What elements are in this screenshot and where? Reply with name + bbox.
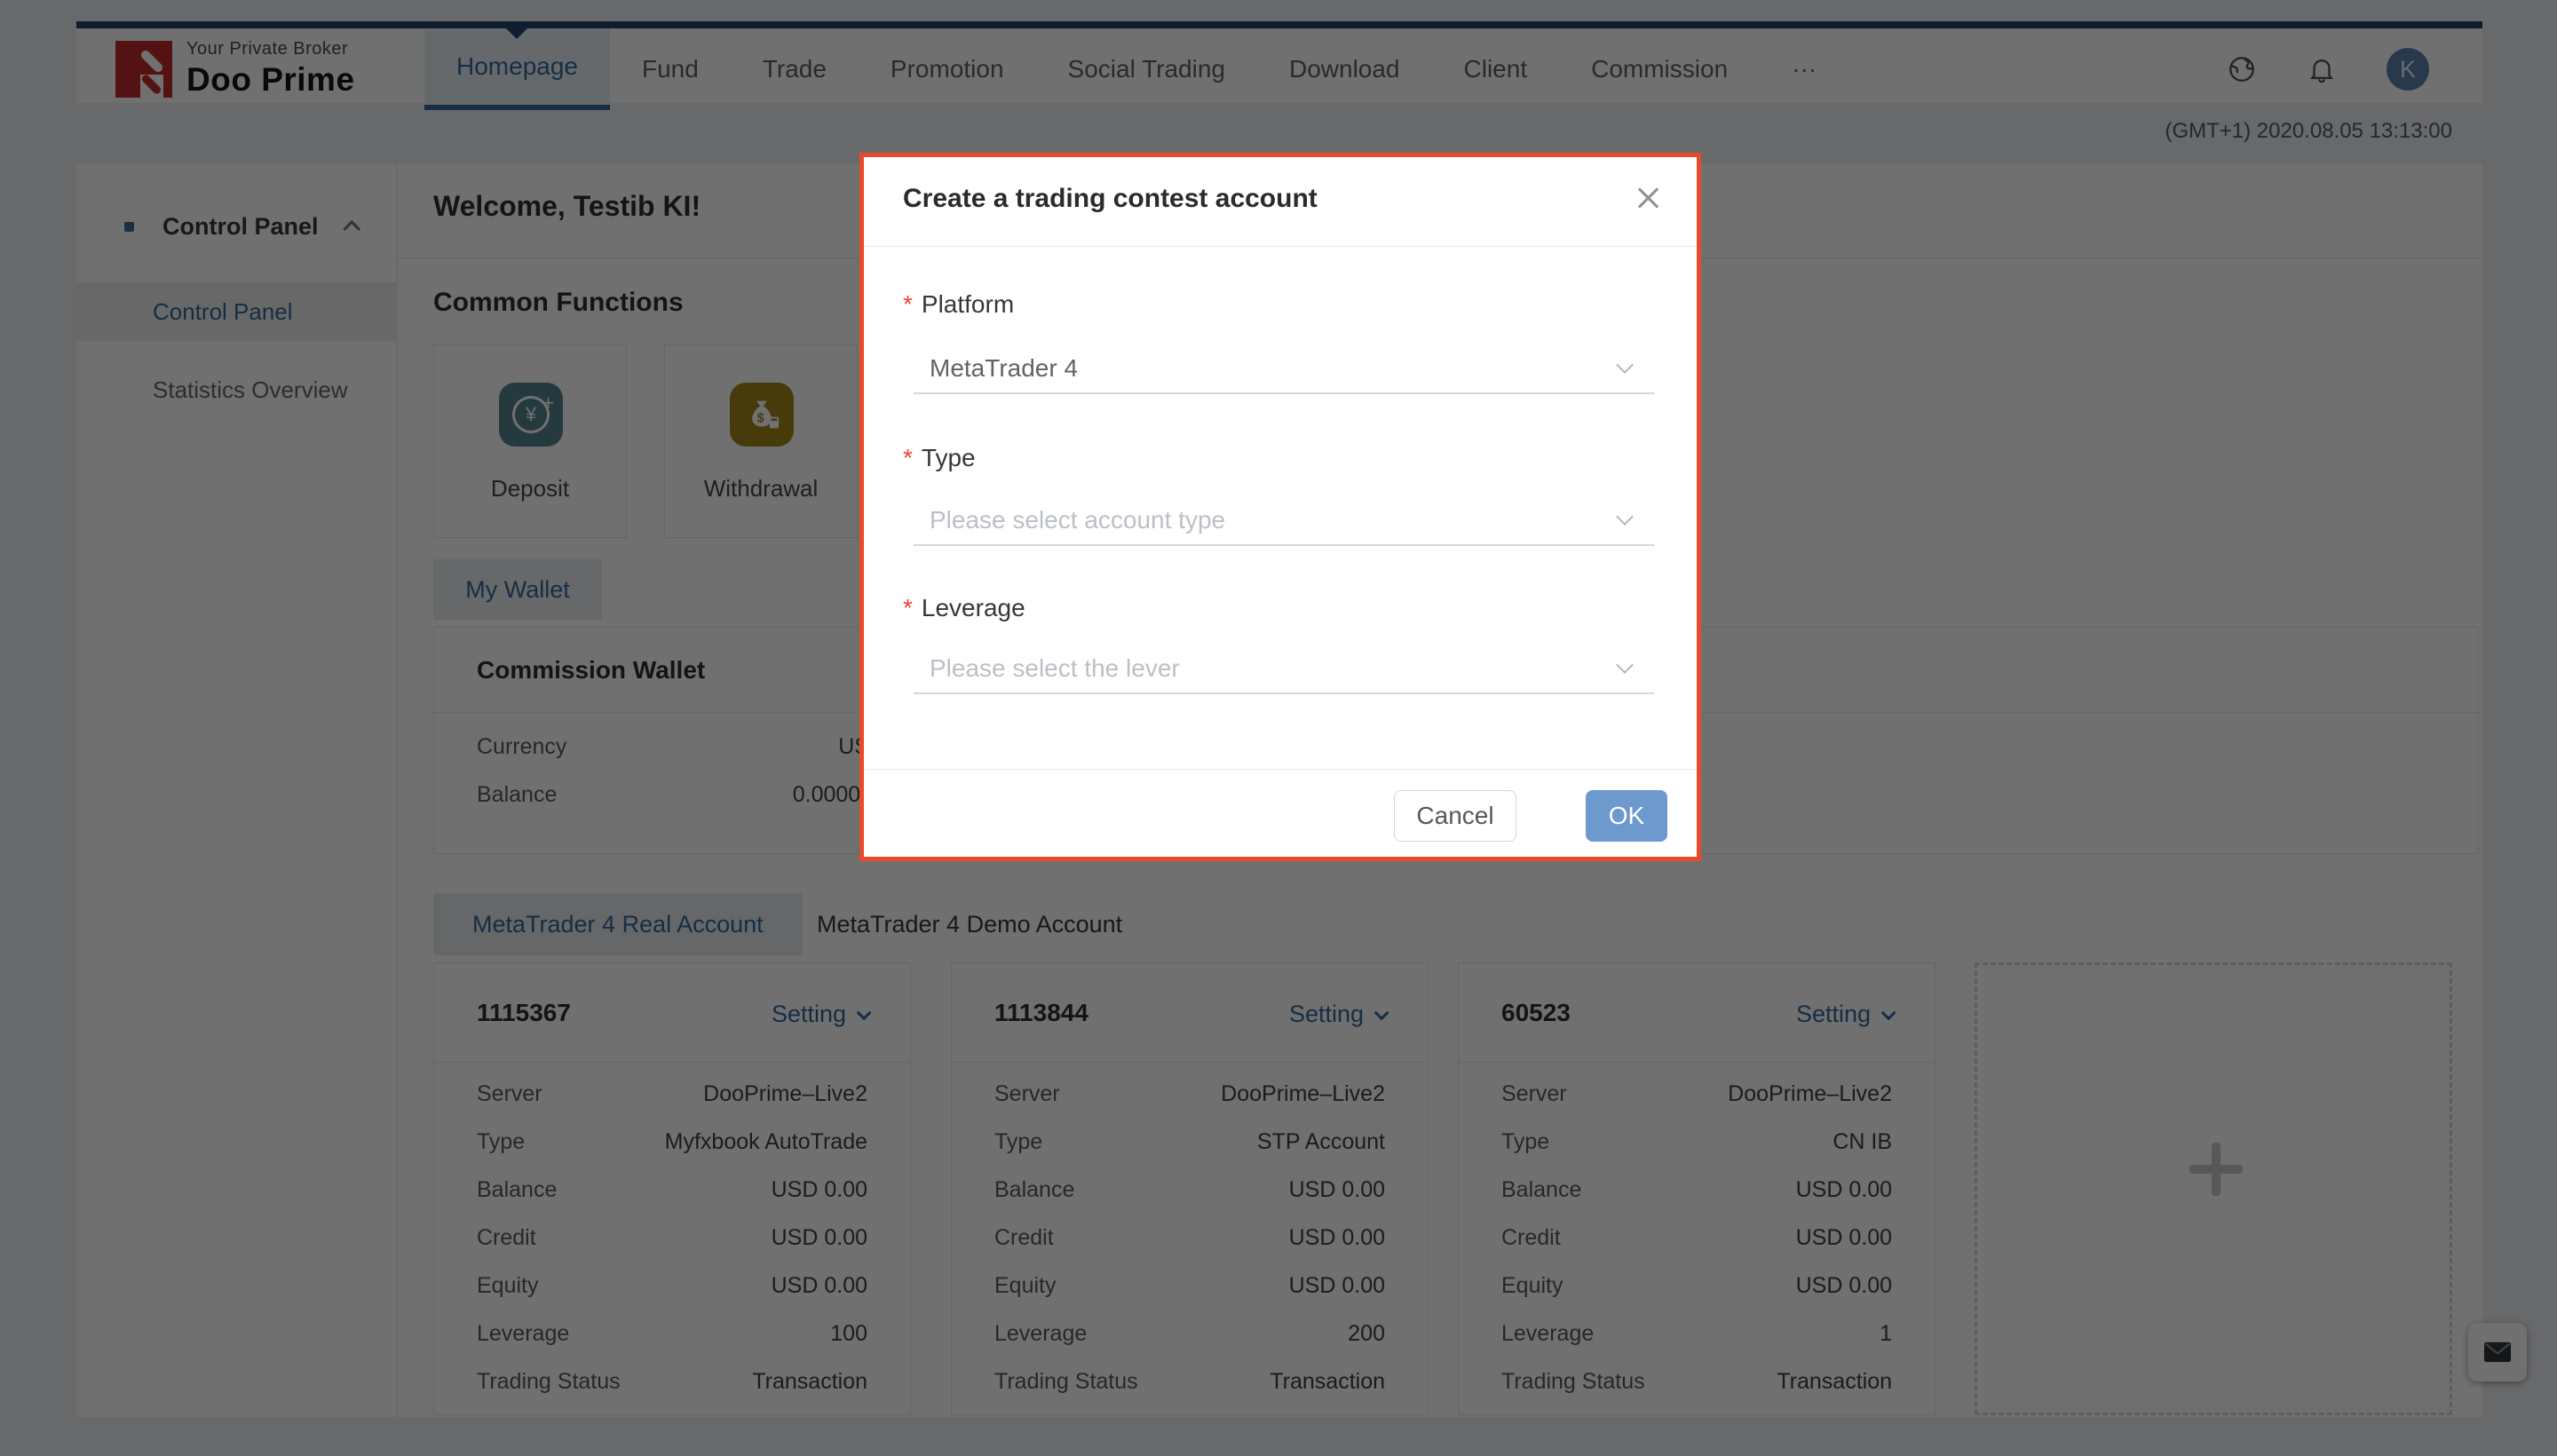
chevron-down-icon [1616, 656, 1634, 674]
chevron-down-icon [1616, 508, 1634, 526]
divider [864, 246, 1697, 247]
create-contest-account-modal: Create a trading contest account * Platfo… [859, 153, 1701, 861]
leverage-label: * Leverage [903, 594, 1025, 621]
type-select[interactable]: Please select account type [914, 495, 1654, 546]
close-icon[interactable] [1633, 182, 1665, 214]
ok-button[interactable]: OK [1586, 790, 1667, 842]
cancel-button[interactable]: Cancel [1394, 790, 1516, 842]
chevron-down-icon [1616, 356, 1634, 374]
platform-label: * Platform [903, 290, 1015, 318]
required-asterisk: * [903, 290, 913, 318]
modal-title: Create a trading contest account [903, 184, 1318, 213]
divider [864, 769, 1697, 770]
leverage-select[interactable]: Please select the lever [914, 643, 1654, 694]
type-label: * Type [903, 444, 976, 471]
required-asterisk: * [903, 444, 913, 471]
required-asterisk: * [903, 594, 913, 621]
platform-select[interactable]: MetaTrader 4 [914, 343, 1654, 394]
